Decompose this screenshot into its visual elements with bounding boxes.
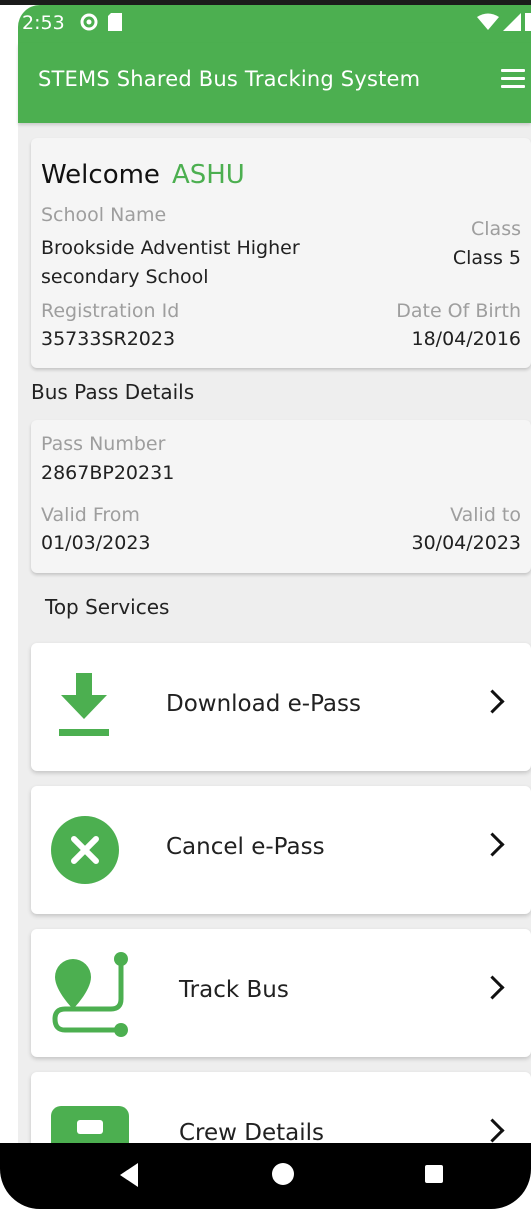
school-name-value: Brookside Adventist Higher secondary Sch… <box>41 237 300 288</box>
valid-from-value: 01/03/2023 <box>41 532 151 554</box>
valid-to-value: 30/04/2023 <box>411 532 521 554</box>
track-bus-label: Track Bus <box>179 977 289 1003</box>
crew-details-label: Crew Details <box>179 1120 325 1143</box>
recents-icon[interactable] <box>425 1165 443 1183</box>
app-title: STEMS Shared Bus Tracking System <box>38 67 421 91</box>
chevron-right-icon <box>480 975 505 1000</box>
app-bar: STEMS Shared Bus Tracking System <box>18 43 531 123</box>
back-icon[interactable] <box>120 1163 138 1187</box>
top-services-title: Top Services <box>45 595 170 619</box>
dob-value: 18/04/2016 <box>411 328 521 350</box>
sync-icon <box>80 13 98 35</box>
crew-details-button[interactable]: Crew Details <box>31 1072 531 1143</box>
pass-number-value: 2867BP20231 <box>41 462 175 484</box>
registration-id-label: Registration Id <box>41 300 180 322</box>
wifi-icon <box>477 13 499 35</box>
chevron-right-icon <box>480 1118 505 1143</box>
download-epass-label: Download e-Pass <box>166 691 361 717</box>
status-bar: 2:53 <box>18 5 531 43</box>
class-label: Class <box>471 218 521 240</box>
battery-icon <box>525 13 531 35</box>
student-info-card: Welcome ASHU School Name Brookside Advent… <box>31 138 531 368</box>
valid-from-label: Valid From <box>41 504 140 526</box>
system-nav-bar <box>0 1143 531 1209</box>
status-icons-left <box>80 13 122 35</box>
cancel-epass-button[interactable]: Cancel e-Pass <box>31 786 531 914</box>
home-icon[interactable] <box>272 1163 294 1185</box>
school-name-label: School Name <box>41 204 167 226</box>
student-name: ASHU <box>171 160 245 190</box>
bus-icon <box>51 1102 129 1143</box>
status-icons-right <box>477 13 531 35</box>
welcome-heading: Welcome ASHU <box>41 160 245 190</box>
pass-number-label: Pass Number <box>41 433 166 455</box>
status-time: 2:53 <box>22 12 65 34</box>
cancel-icon <box>51 816 119 888</box>
welcome-label: Welcome <box>41 160 160 190</box>
download-epass-button[interactable]: Download e-Pass <box>31 643 531 771</box>
download-icon <box>59 673 109 741</box>
track-bus-button[interactable]: Track Bus <box>31 929 531 1057</box>
class-value: Class 5 <box>452 247 521 269</box>
registration-id-value: 35733SR2023 <box>41 328 176 350</box>
sim-card-icon <box>108 13 122 35</box>
chevron-right-icon <box>480 832 505 857</box>
phone-screen: 2:53 STEMS Shared Bus Tracking System We… <box>0 0 531 1209</box>
signal-icon <box>503 13 521 35</box>
route-icon <box>51 949 131 1045</box>
main-content[interactable]: Welcome ASHU School Name Brookside Advent… <box>18 123 531 1143</box>
hamburger-menu-icon[interactable] <box>501 69 525 93</box>
bus-pass-section-title: Bus Pass Details <box>31 380 195 404</box>
bus-pass-card: Pass Number 2867BP20231 Valid From 01/03… <box>31 420 531 573</box>
valid-to-label: Valid to <box>450 504 521 526</box>
cancel-epass-label: Cancel e-Pass <box>166 834 325 860</box>
dob-label: Date Of Birth <box>396 300 521 322</box>
chevron-right-icon <box>480 689 505 714</box>
